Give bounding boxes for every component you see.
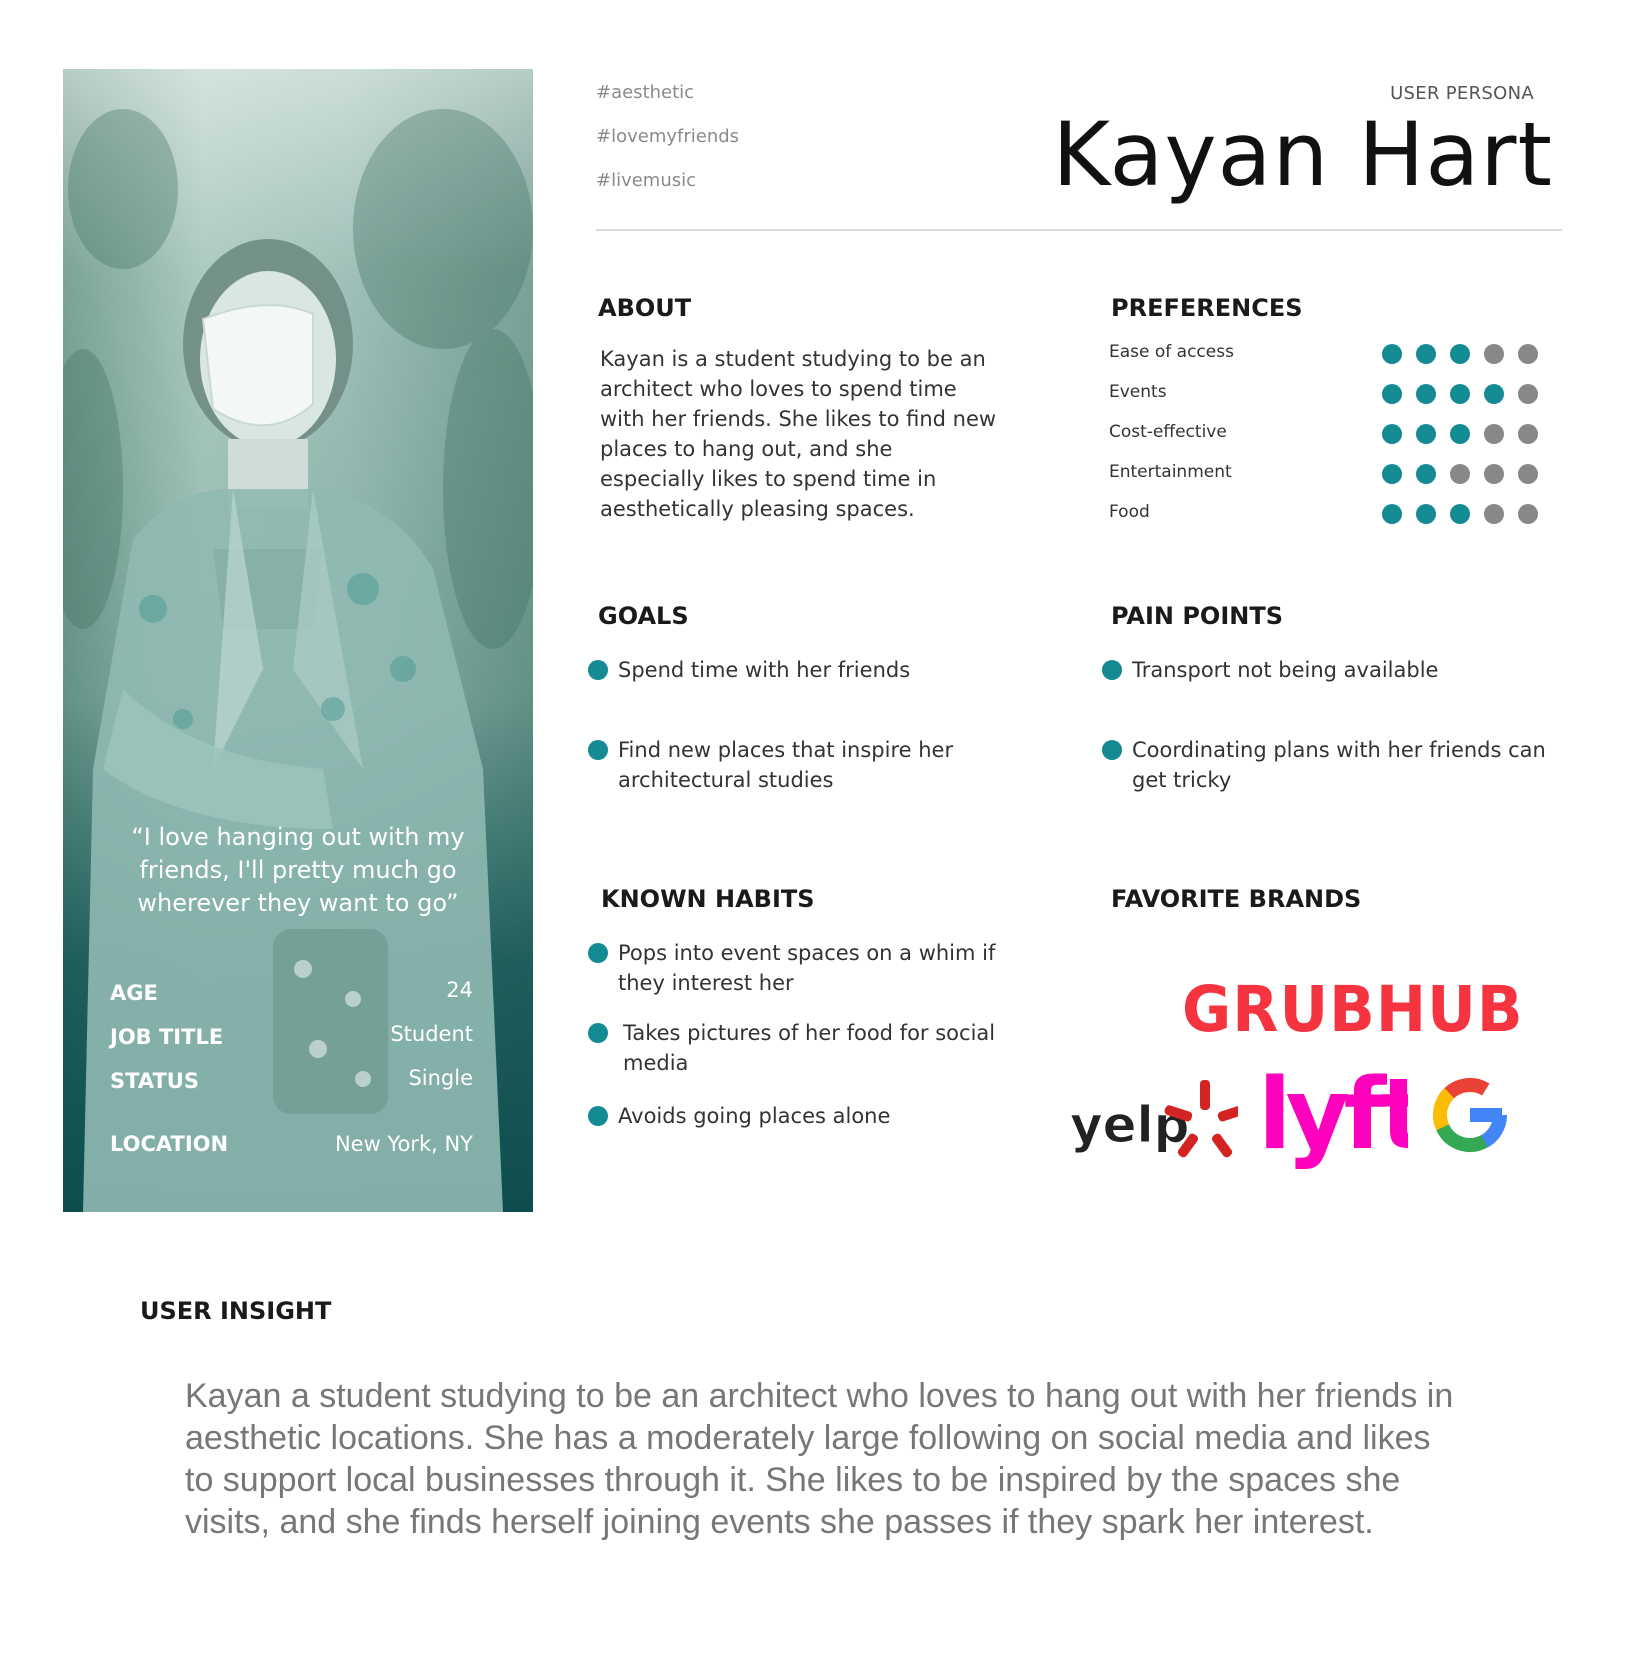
yelp-logo: yelp <box>1070 1080 1238 1158</box>
rating-dot-empty <box>1484 504 1504 524</box>
rating-dot-empty <box>1484 424 1504 444</box>
rating-dot-filled <box>1450 344 1470 364</box>
preference-label: Ease of access <box>1109 342 1234 362</box>
persona-name: Kayan Hart <box>1052 103 1553 206</box>
habit-bullet <box>588 1023 608 1043</box>
known-habits-title: KNOWN HABITS <box>601 885 815 913</box>
rating-dot-empty <box>1450 464 1470 484</box>
goal-item: Find new places that inspire her archite… <box>618 738 954 792</box>
location-value: New York, NY <box>334 1132 473 1156</box>
habit-bullet <box>588 1106 608 1126</box>
pain-point-bullet <box>1102 660 1122 680</box>
preference-rating <box>1382 344 1538 364</box>
rating-dot-empty <box>1518 464 1538 484</box>
rating-dot-filled <box>1450 384 1470 404</box>
rating-dot-empty <box>1484 344 1504 364</box>
rating-dot-filled <box>1484 384 1504 404</box>
goal-bullet <box>588 740 608 760</box>
habit-item: Pops into event spaces on a whim if they… <box>618 941 996 995</box>
goal-bullet <box>588 660 608 680</box>
rating-dot-filled <box>1382 464 1402 484</box>
grubhub-logo: GRUBHUB <box>1182 973 1524 1047</box>
persona-photo-card: “I love hanging out with my friends, I'l… <box>63 69 533 1212</box>
rating-dot-filled <box>1382 344 1402 364</box>
job-title-label: JOB TITLE <box>110 1025 224 1049</box>
rating-dot-empty <box>1484 464 1504 484</box>
rating-dot-filled <box>1416 344 1436 364</box>
rating-dot-empty <box>1518 384 1538 404</box>
goal-item: Spend time with her friends <box>618 658 911 682</box>
rating-dot-empty <box>1518 424 1538 444</box>
rating-dot-empty <box>1518 504 1538 524</box>
lyft-logo: lyft <box>1258 1060 1408 1172</box>
rating-dot-filled <box>1416 424 1436 444</box>
preference-label: Cost-effective <box>1109 422 1227 442</box>
location-label: LOCATION <box>110 1132 229 1156</box>
preference-label: Food <box>1109 502 1150 522</box>
hashtag-aesthetic: #aesthetic <box>596 82 695 103</box>
age-label: AGE <box>110 981 158 1005</box>
header-divider <box>596 229 1562 231</box>
pain-points-title: PAIN POINTS <box>1111 602 1283 630</box>
rating-dot-filled <box>1382 504 1402 524</box>
hashtag-lovemyfriends: #lovemyfriends <box>596 126 740 147</box>
habit-bullet <box>588 943 608 963</box>
about-title: ABOUT <box>598 294 692 322</box>
habit-item: Avoids going places alone <box>618 1104 891 1128</box>
status-value: Single <box>408 1066 473 1090</box>
user-insight-title: USER INSIGHT <box>140 1297 332 1325</box>
rating-dot-filled <box>1416 504 1436 524</box>
rating-dot-filled <box>1416 384 1436 404</box>
age-value: 24 <box>446 978 473 1002</box>
rating-dot-filled <box>1382 424 1402 444</box>
status-label: STATUS <box>110 1069 199 1093</box>
preference-rating <box>1382 464 1538 484</box>
preference-rating <box>1382 504 1538 524</box>
lyft-wordmark: lyft <box>1258 1060 1408 1172</box>
preference-rating <box>1382 384 1538 404</box>
favorite-brands-title: FAVORITE BRANDS <box>1111 885 1362 913</box>
about-text: Kayan is a student studying to be an arc… <box>600 347 997 521</box>
rating-dot-filled <box>1416 464 1436 484</box>
preference-rating <box>1382 424 1538 444</box>
job-title-value: Student <box>390 1022 473 1046</box>
pain-point-item: Transport not being available <box>1132 658 1439 682</box>
user-insight-text: Kayan a student studying to be an archit… <box>185 1377 1454 1541</box>
preference-label: Entertainment <box>1109 462 1232 482</box>
rating-dot-filled <box>1450 504 1470 524</box>
preference-label: Events <box>1109 382 1167 402</box>
pain-point-bullet <box>1102 740 1122 760</box>
rating-dot-filled <box>1382 384 1402 404</box>
habit-item: Takes pictures of her food for social me… <box>623 1021 996 1075</box>
google-logo <box>1433 1078 1507 1152</box>
preferences-title: PREFERENCES <box>1111 294 1303 322</box>
rating-dot-empty <box>1518 344 1538 364</box>
pain-point-item: Coordinating plans with her friends can … <box>1132 738 1546 792</box>
persona-quote: “I love hanging out with my friends, I'l… <box>131 823 465 917</box>
rating-dot-filled <box>1450 424 1470 444</box>
hashtag-livemusic: #livemusic <box>596 170 697 191</box>
goals-title: GOALS <box>598 602 689 630</box>
yelp-wordmark: yelp <box>1070 1096 1189 1154</box>
user-persona-label: USER PERSONA <box>1390 83 1534 104</box>
